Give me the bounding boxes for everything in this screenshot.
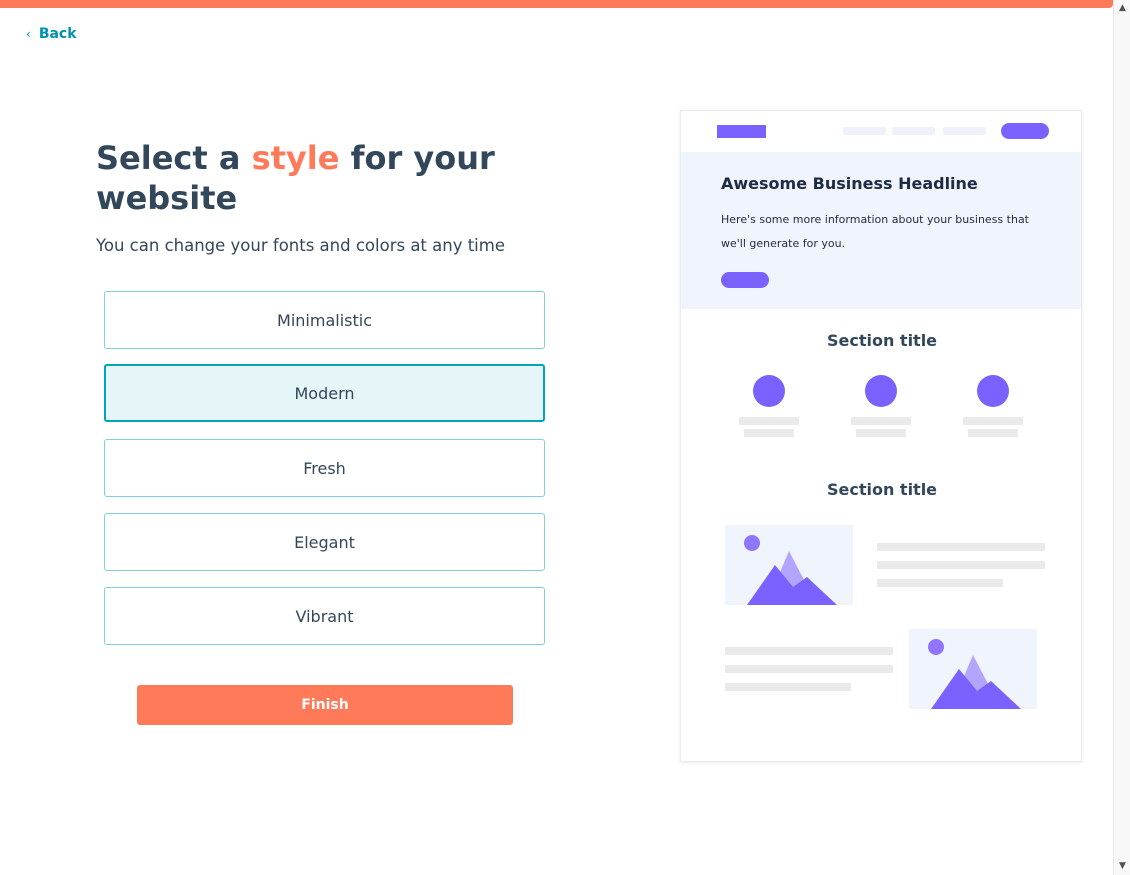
preview-hero-text: Here's some more information about your … — [721, 213, 1029, 250]
preview-text-line — [963, 417, 1023, 425]
preview-nav-button — [1001, 123, 1049, 139]
progress-bar — [0, 0, 1113, 8]
page-title: Select a style for your website — [96, 138, 526, 218]
preview-text-line — [739, 417, 799, 425]
preview-text-line — [877, 579, 1003, 587]
preview-feature-circle — [865, 375, 897, 407]
preview-nav-item — [892, 127, 935, 135]
preview-feature-circle — [753, 375, 785, 407]
style-option-label: Vibrant — [295, 606, 354, 626]
preview-text-line — [744, 429, 794, 437]
style-option-vibrant[interactable]: Vibrant — [104, 587, 545, 645]
style-option-elegant[interactable]: Elegant — [104, 513, 545, 571]
preview-hero-title: Awesome Business Headline — [721, 174, 978, 193]
mountain-image-icon — [909, 629, 1037, 709]
preview-text-line — [725, 647, 893, 655]
preview-section-title: Section title — [826, 480, 938, 499]
title-accent: style — [251, 139, 340, 177]
style-option-fresh[interactable]: Fresh — [104, 439, 545, 497]
style-option-label: Fresh — [303, 458, 346, 478]
preview-text-line — [851, 417, 911, 425]
scroll-up-icon[interactable]: ▲ — [1114, 0, 1130, 17]
preview-text-line — [725, 683, 851, 691]
style-option-label: Elegant — [294, 532, 355, 552]
back-button[interactable]: ‹ Back — [26, 26, 77, 42]
preview-text-line — [968, 429, 1018, 437]
preview-text-line — [877, 543, 1045, 551]
mountain-image-icon — [725, 525, 853, 605]
preview-hero-button — [721, 272, 769, 288]
preview-feature-circle — [977, 375, 1009, 407]
style-option-minimalistic[interactable]: Minimalistic — [104, 291, 545, 349]
preview-text-line — [725, 665, 893, 673]
finish-button[interactable]: Finish — [137, 685, 513, 725]
preview-text-line — [877, 561, 1045, 569]
chevron-left-icon: ‹ — [26, 27, 31, 41]
preview-text-line — [856, 429, 906, 437]
website-preview: Awesome Business Headline Here's some mo… — [680, 110, 1082, 762]
title-prefix: Select a — [96, 139, 252, 177]
preview-hero: Awesome Business Headline Here's some mo… — [681, 152, 1081, 309]
preview-section-title: Section title — [826, 331, 938, 350]
style-option-label: Minimalistic — [277, 310, 372, 330]
page-subtitle: You can change your fonts and colors at … — [96, 236, 505, 255]
style-option-modern[interactable]: Modern — [104, 364, 545, 422]
preview-nav-item — [943, 127, 986, 135]
back-label: Back — [38, 26, 77, 42]
scroll-down-icon[interactable]: ▼ — [1114, 858, 1130, 875]
preview-nav-item — [843, 127, 886, 135]
style-option-label: Modern — [294, 383, 355, 403]
preview-logo — [717, 125, 766, 138]
vertical-scrollbar[interactable]: ▲ ▼ — [1113, 0, 1130, 875]
